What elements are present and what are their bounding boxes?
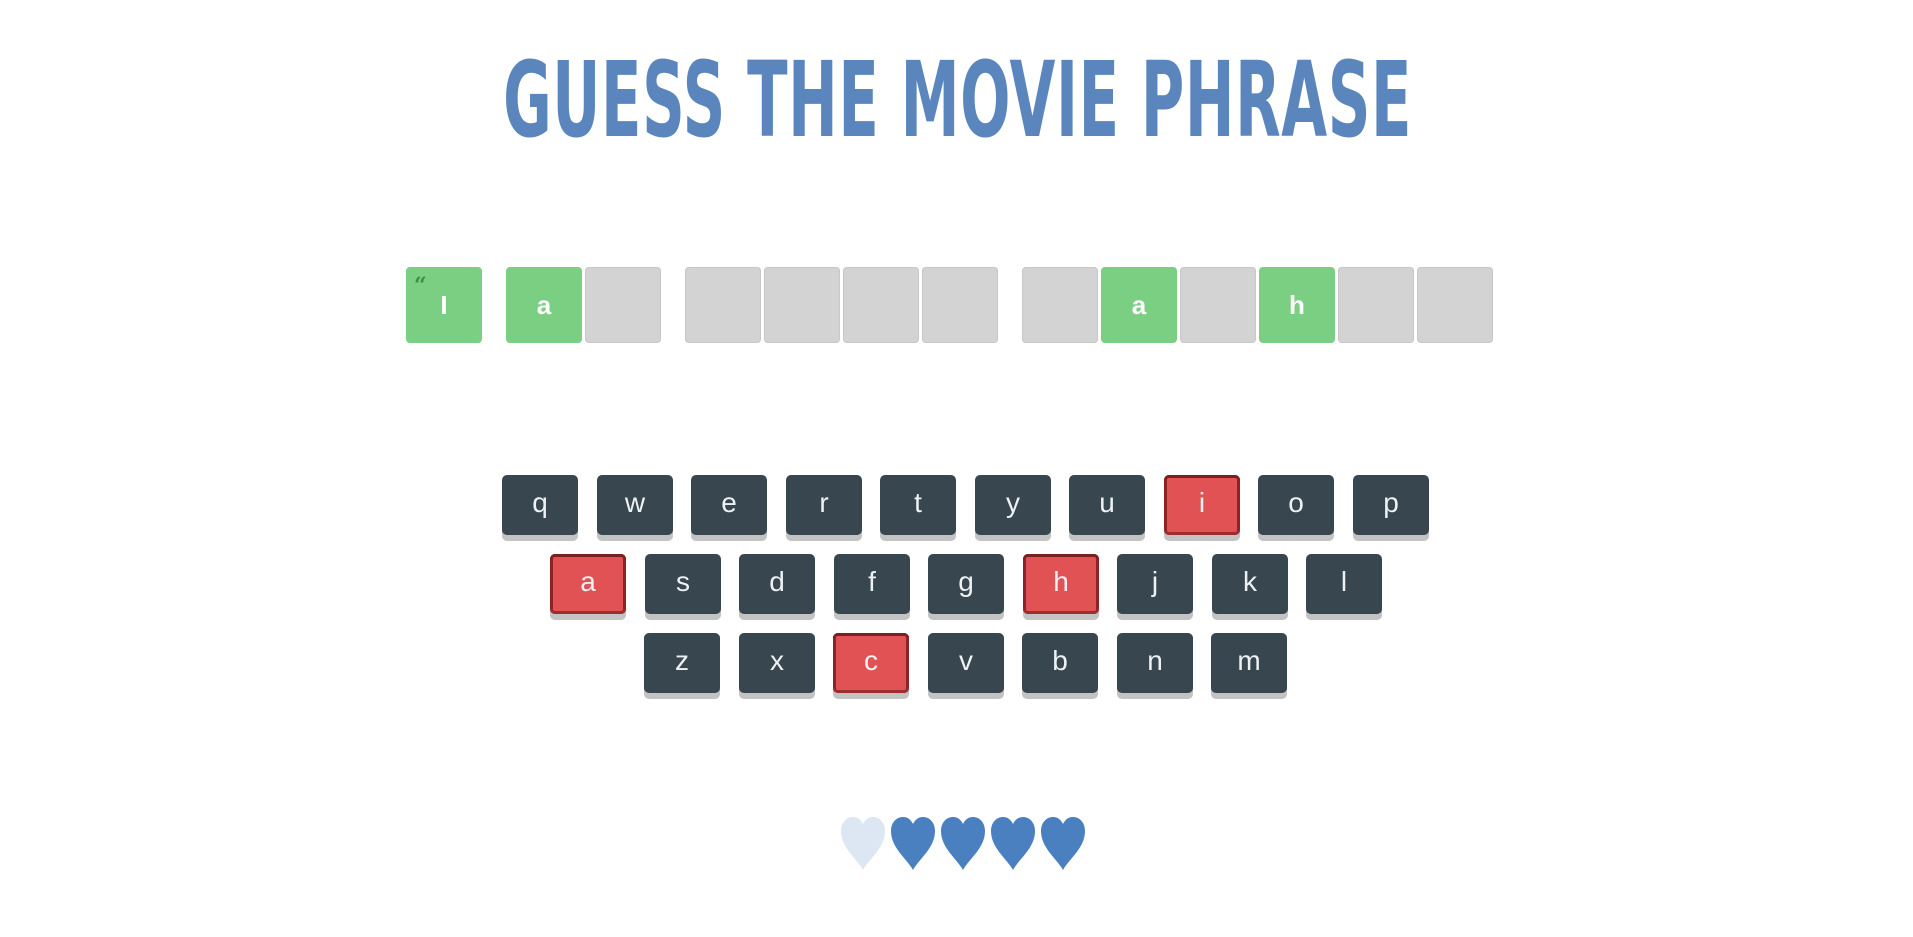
phrase-tile-hidden: [1180, 267, 1256, 343]
key-t[interactable]: t: [880, 475, 956, 535]
key-p[interactable]: p: [1353, 475, 1429, 535]
phrase-tile-letter: a: [536, 289, 552, 320]
key-i[interactable]: i: [1164, 475, 1240, 535]
phrase-tile-revealed: h: [1259, 267, 1335, 343]
key-s[interactable]: s: [645, 554, 721, 614]
phrase-board: “Ia a h: [0, 267, 1913, 343]
key-x[interactable]: x: [739, 633, 815, 693]
key-z[interactable]: z: [644, 633, 720, 693]
key-a[interactable]: a: [550, 554, 626, 614]
phrase-tile-revealed: a: [506, 267, 582, 343]
key-w[interactable]: w: [597, 475, 673, 535]
phrase-tile-hidden: [922, 267, 998, 343]
key-e[interactable]: e: [691, 475, 767, 535]
key-c[interactable]: c: [833, 633, 909, 693]
phrase-tile-hidden: [1338, 267, 1414, 343]
key-b[interactable]: b: [1022, 633, 1098, 693]
key-j[interactable]: j: [1117, 554, 1193, 614]
key-r[interactable]: r: [786, 475, 862, 535]
key-v[interactable]: v: [928, 633, 1004, 693]
key-d[interactable]: d: [739, 554, 815, 614]
key-n[interactable]: n: [1117, 633, 1193, 693]
phrase-tile-hidden: [1417, 267, 1493, 343]
phrase-tile-letter: h: [1289, 289, 1305, 320]
opening-quote-mark: “: [414, 273, 427, 299]
phrase-tile-letter: a: [1131, 289, 1147, 320]
key-g[interactable]: g: [928, 554, 1004, 614]
key-u[interactable]: u: [1069, 475, 1145, 535]
key-k[interactable]: k: [1212, 554, 1288, 614]
phrase-tile-hidden: [1022, 267, 1098, 343]
key-y[interactable]: y: [975, 475, 1051, 535]
key-h[interactable]: h: [1023, 554, 1099, 614]
page-title: GUESS THE MOVIE PHRASE: [503, 39, 1413, 161]
phrase-tile-revealed: “I: [406, 267, 482, 343]
heart-icon: [891, 817, 935, 870]
key-f[interactable]: f: [834, 554, 910, 614]
phrase-tile-hidden: [764, 267, 840, 343]
phrase-tile-hidden: [685, 267, 761, 343]
phrase-tile-revealed: a: [1101, 267, 1177, 343]
heart-icon: [991, 817, 1035, 870]
phrase-tile-letter: I: [440, 289, 448, 320]
key-o[interactable]: o: [1258, 475, 1334, 535]
heart-icon: [841, 817, 885, 870]
heart-icon: [941, 817, 985, 870]
key-l[interactable]: l: [1306, 554, 1382, 614]
phrase-tile-hidden: [585, 267, 661, 343]
heart-icon: [1041, 817, 1085, 870]
phrase-tile-hidden: [843, 267, 919, 343]
key-q[interactable]: q: [502, 475, 578, 535]
key-m[interactable]: m: [1211, 633, 1287, 693]
